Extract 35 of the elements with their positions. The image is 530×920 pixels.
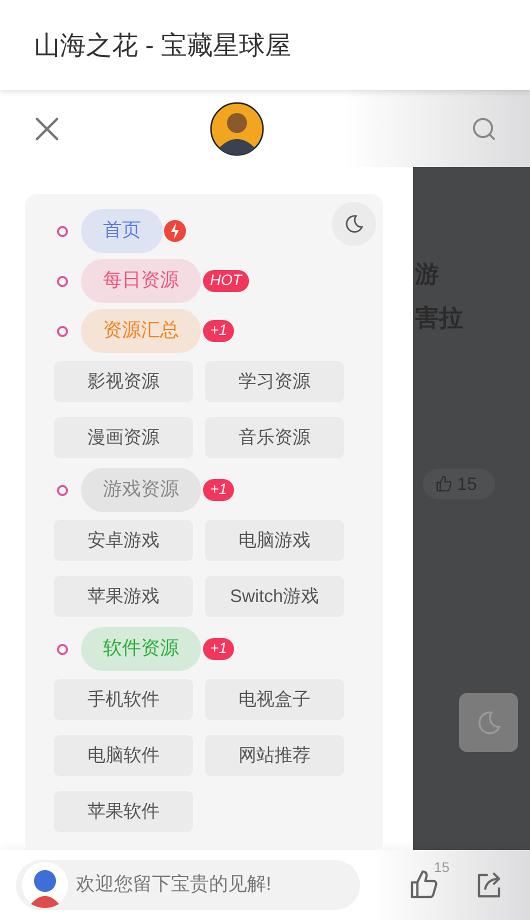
close-icon[interactable] (34, 116, 60, 142)
bullet-icon (57, 644, 68, 654)
submenu-item[interactable]: 手机软件 (54, 679, 193, 720)
bullet-icon (57, 484, 68, 496)
moon-icon (344, 214, 364, 234)
badge: +1 (203, 638, 234, 660)
bullet-icon (57, 276, 68, 286)
submenu-item[interactable]: Switch游戏 (205, 576, 344, 617)
moon-icon (476, 710, 502, 736)
thumbs-up-icon (435, 475, 453, 493)
search-icon[interactable] (472, 116, 496, 140)
submenu-item[interactable]: 网站推荐 (205, 735, 344, 776)
comment-input[interactable]: 欢迎您留下宝贵的见解! (76, 870, 346, 900)
submenu-item[interactable]: 电脑软件 (54, 735, 193, 776)
lightning-icon (164, 220, 186, 242)
badge: HOT (203, 270, 249, 292)
app-title: 山海之花 - 宝藏星球屋 (34, 28, 292, 62)
submenu-item[interactable]: 学习资源 (205, 361, 344, 402)
submenu-item[interactable]: 电视盒子 (205, 679, 344, 720)
bullet-icon (57, 226, 68, 236)
submenu-item[interactable]: 音乐资源 (205, 417, 344, 458)
avatar[interactable] (210, 102, 264, 156)
badge: +1 (203, 320, 234, 342)
submenu-item[interactable]: 安卓游戏 (54, 520, 193, 561)
badge: +1 (203, 479, 234, 501)
avatar (22, 862, 68, 908)
submenu-item[interactable]: 漫画资源 (54, 417, 193, 458)
dark-mode-button[interactable] (332, 202, 376, 246)
bullet-icon (57, 326, 68, 336)
submenu-item[interactable]: 电脑游戏 (205, 520, 344, 561)
submenu-item[interactable]: 苹果软件 (54, 791, 193, 832)
comment-field[interactable]: 欢迎您留下宝贵的见解! (16, 860, 360, 910)
like-count: 15 (434, 858, 450, 877)
submenu-item[interactable]: 影视资源 (54, 361, 193, 402)
submenu-item[interactable]: 苹果游戏 (54, 576, 193, 617)
